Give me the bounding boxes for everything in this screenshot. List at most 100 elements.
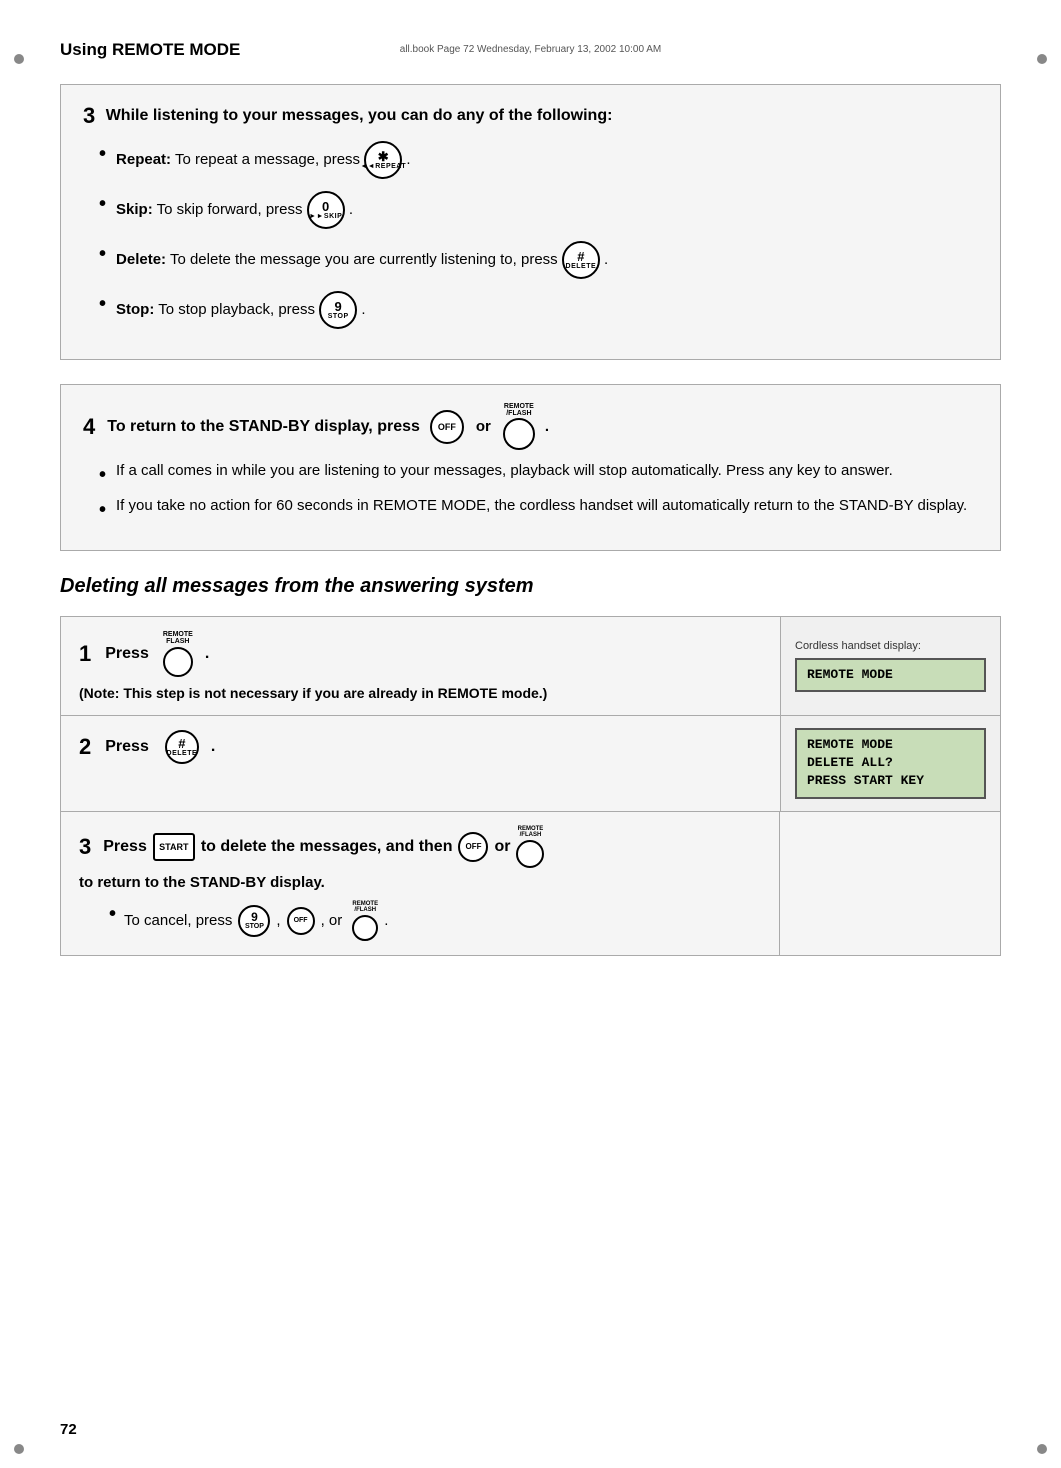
step2-delete-sub: DELETE	[167, 750, 198, 757]
bullet-dot-4-2: •	[99, 499, 106, 522]
bullet-delete-text: To delete the message you are currently …	[170, 251, 558, 268]
cancel-comma: ,	[276, 912, 280, 929]
bullet-stop-text: To stop playback, press	[158, 301, 315, 318]
or-text: or	[476, 418, 491, 435]
bullet-stop-period: .	[361, 301, 365, 318]
start-btn-label: START	[159, 842, 188, 852]
delete-step1-note: (Note: This step is not necessary if you…	[79, 685, 762, 701]
step3-remote-flash-wrapper: REMOTE/FLASH	[516, 826, 544, 868]
corner-decoration-br	[1037, 1444, 1047, 1454]
file-label: all.book Page 72 Wednesday, February 13,…	[400, 44, 661, 55]
delete-step2-display-line3: PRESS START KEY	[807, 772, 974, 790]
step4-bullets: • If a call comes in while you are liste…	[83, 462, 978, 522]
bullet-repeat-text: To repeat a message, press	[175, 151, 360, 168]
delete-step2-period: .	[211, 738, 215, 756]
delete-step2-header: 2 Press # DELETE .	[79, 730, 762, 764]
delete-step1-right: Cordless handset display: REMOTE MODE	[780, 617, 1000, 715]
step3-remote-flash-icon	[516, 840, 544, 868]
step3-off-label: OFF	[465, 842, 481, 851]
delete-step2-left: 2 Press # DELETE .	[61, 716, 780, 811]
cancel-off-label: OFF	[294, 917, 308, 924]
delete-step1-header: 1 Press REMOTEFLASH .	[79, 631, 762, 677]
bullet-dot-4-1: •	[99, 464, 106, 487]
step1-remote-top: REMOTEFLASH	[163, 631, 193, 645]
delete-step3-header: 3 Press START to delete the messages, an…	[79, 826, 761, 891]
step1-remote-flash-icon	[163, 647, 193, 677]
bullet-dot-stop: •	[99, 293, 106, 316]
page-number: 72	[60, 1421, 77, 1438]
delete-step2-row: 2 Press # DELETE . REMOTE MODE DELETE AL…	[61, 716, 1000, 812]
corner-decoration-tl	[14, 54, 24, 64]
delete-step2-display-line2: DELETE ALL?	[807, 754, 974, 772]
delete-step3-text2: to delete the messages, and then	[201, 838, 453, 856]
delete-step1-note-text: (Note: This step is not necessary if you…	[79, 685, 547, 701]
step4-section: 4 To return to the STAND-BY display, pre…	[60, 384, 1001, 551]
step3-box: 3 While listening to your messages, you …	[60, 84, 1001, 360]
step4-bullet-text-2: If you take no action for 60 seconds in …	[116, 497, 967, 522]
step3-bullet-stop: • Stop: To stop playback, press 9 STOP .	[99, 291, 978, 329]
step3-bullet-repeat: • Repeat: To repeat a message, press ✱ ◄…	[99, 141, 978, 179]
delete-step2-press: Press	[105, 738, 149, 756]
remote-flash-icon	[503, 418, 535, 450]
delete-step1-row: 1 Press REMOTEFLASH . (Note: This step i…	[61, 617, 1000, 716]
section-title: Deleting all messages from the answering…	[60, 575, 1001, 598]
delete-step3-num: 3	[79, 834, 91, 860]
delete-step1-display: REMOTE MODE	[795, 658, 986, 692]
step4-header: 4 To return to the STAND-BY display, pre…	[83, 403, 978, 450]
step3-off-btn: OFF	[458, 832, 488, 862]
delete-step2-num: 2	[79, 734, 91, 760]
corner-decoration-tr	[1037, 54, 1047, 64]
delete-step2-display: REMOTE MODE DELETE ALL? PRESS START KEY	[795, 728, 986, 799]
delete-btn-sub: DELETE	[566, 263, 597, 270]
cancel-remote-top: REMOTE/FLASH	[352, 901, 378, 913]
step3-remote-top-label: REMOTE/FLASH	[518, 826, 544, 838]
repeat-button-icon: ✱ ◄◄REPEAT	[364, 141, 402, 179]
delete-step1-left: 1 Press REMOTEFLASH . (Note: This step i…	[61, 617, 780, 715]
bullet-repeat-label: Repeat:	[116, 151, 171, 168]
bullet-skip-text: To skip forward, press	[157, 201, 303, 218]
step1-remote-flash-wrapper: REMOTEFLASH	[163, 631, 193, 677]
corner-decoration-bl	[14, 1444, 24, 1454]
cancel-remote-flash-icon	[352, 915, 378, 941]
bullet-dot-delete: •	[99, 243, 106, 266]
off-btn-label: OFF	[438, 422, 456, 432]
delete-step3-text3: to return to the STAND-BY display.	[79, 874, 325, 891]
step4-bullet-text-1: If a call comes in while you are listeni…	[116, 462, 893, 487]
cancel-remote-flash-wrapper: REMOTE/FLASH	[352, 901, 378, 941]
delete-step1-display-label: Cordless handset display:	[795, 640, 986, 652]
cancel-text: To cancel, press	[124, 912, 232, 929]
cancel-stop-icon: 9 STOP	[238, 905, 270, 937]
delete-steps-container: 1 Press REMOTEFLASH . (Note: This step i…	[60, 616, 1001, 956]
step3-bullet-skip: • Skip: To skip forward, press 0 ►►SKIP …	[99, 191, 978, 229]
delete-step1-press: Press	[105, 645, 149, 663]
step4-header-text: To return to the STAND-BY display, press	[107, 418, 420, 436]
step4-period: .	[545, 418, 549, 435]
step3-bullet-list: • Repeat: To repeat a message, press ✱ ◄…	[83, 141, 978, 329]
delete-step1-display-text: REMOTE MODE	[807, 667, 893, 682]
cancel-row: • To cancel, press 9 STOP , OFF , or	[79, 901, 761, 941]
bullet-delete-label: Delete:	[116, 251, 166, 268]
bullet-stop-label: Stop:	[116, 301, 154, 318]
remote-flash-top-label: REMOTE/FLASH	[504, 403, 534, 417]
delete-step3-left: 3 Press START to delete the messages, an…	[61, 812, 780, 955]
step4-bullet-2: • If you take no action for 60 seconds i…	[99, 497, 978, 522]
step4-bullet-1: • If a call comes in while you are liste…	[99, 462, 978, 487]
step3-header: 3 While listening to your messages, you …	[83, 103, 978, 129]
delete-step3-or: or	[494, 838, 510, 856]
bullet-dot-repeat: •	[99, 143, 106, 166]
bullet-repeat-period: .	[406, 151, 410, 168]
step4-num: 4	[83, 414, 95, 440]
step3-header-text: While listening to your messages, you ca…	[106, 107, 613, 124]
start-button-icon: START	[153, 833, 195, 861]
step3-bullet-delete: • Delete: To delete the message you are …	[99, 241, 978, 279]
delete-step2-right: REMOTE MODE DELETE ALL? PRESS START KEY	[780, 716, 1000, 811]
delete-button-icon: # DELETE	[562, 241, 600, 279]
cancel-off-btn: OFF	[287, 907, 315, 935]
skip-button-icon: 0 ►►SKIP	[307, 191, 345, 229]
cancel-stop-sub: STOP	[245, 923, 264, 930]
step3-num: 3	[83, 103, 95, 128]
bullet-delete-period: .	[604, 251, 608, 268]
bullet-dot-skip: •	[99, 193, 106, 216]
step2-delete-icon: # DELETE	[165, 730, 199, 764]
cancel-or2: , or	[321, 912, 343, 929]
